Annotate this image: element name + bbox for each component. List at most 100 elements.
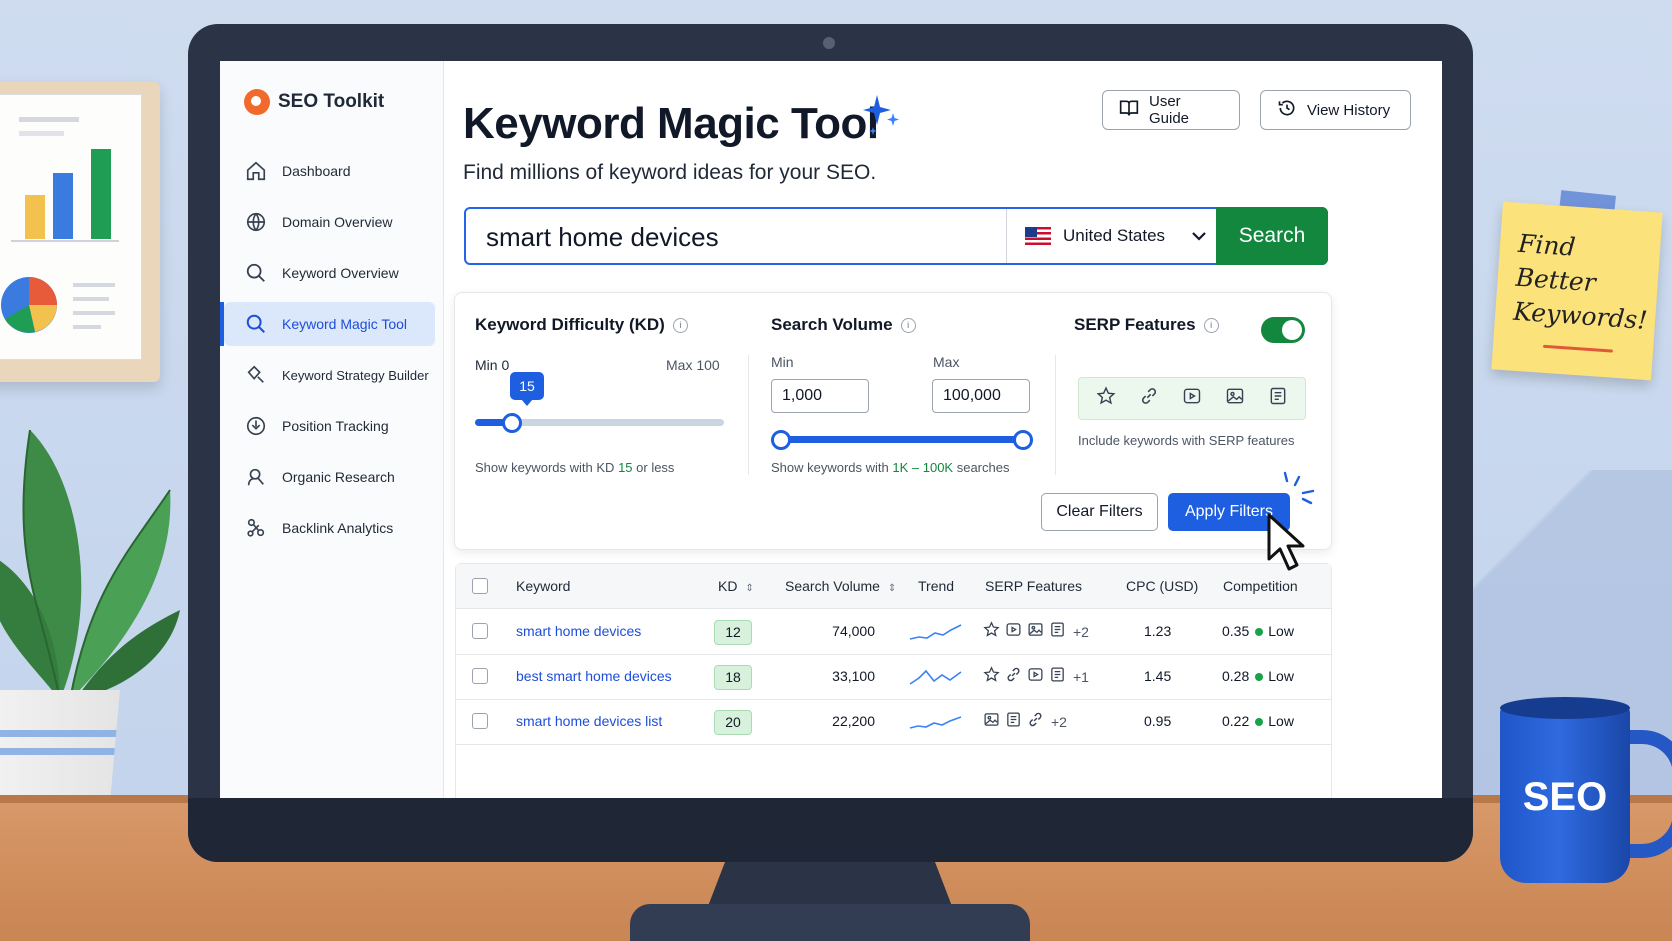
sort-icon: ⇕ — [745, 583, 754, 594]
kd-value-bubble: 15 — [510, 372, 544, 406]
document-icon[interactable] — [1268, 386, 1288, 411]
video-icon[interactable] — [1182, 386, 1202, 411]
info-icon[interactable]: i — [900, 317, 916, 333]
user-guide-button[interactable]: User Guide — [1102, 90, 1240, 130]
image-icon — [1027, 621, 1044, 643]
document-icon — [1049, 666, 1066, 688]
link-nodes-icon — [244, 516, 268, 540]
kd-note-prefix: Show keywords with KD — [475, 460, 619, 475]
keyword-search-input[interactable] — [484, 209, 988, 265]
col-search-volume[interactable]: Search Volume ⇕ — [785, 564, 896, 608]
table-row[interactable]: best smart home devices 18 33,100 +1 1.4… — [456, 654, 1331, 700]
star-icon[interactable] — [1096, 386, 1116, 411]
sidebar-item-dashboard[interactable]: Dashboard — [220, 149, 443, 193]
star-icon — [983, 620, 1000, 643]
competition-value: 0.22 Low — [1222, 699, 1294, 744]
trend-sparkline — [909, 669, 962, 685]
book-icon — [1119, 99, 1139, 121]
serp-more-count[interactable]: +2 — [1073, 624, 1089, 640]
us-flag-icon — [1025, 227, 1051, 245]
app-screen: SEO Toolkit Dashboard Domain Overview Ke… — [220, 61, 1442, 798]
competition-level: Low — [1268, 623, 1294, 639]
competition-score: 0.28 — [1222, 668, 1250, 684]
kd-slider-handle[interactable] — [502, 413, 523, 433]
wall-chart-picture — [0, 94, 142, 360]
image-icon — [983, 711, 1000, 733]
info-icon[interactable]: i — [1203, 317, 1219, 333]
kd-max-label: Max 100 — [666, 357, 720, 373]
history-icon — [1277, 98, 1297, 122]
view-history-button[interactable]: View History — [1260, 90, 1411, 130]
col-cpc[interactable]: CPC (USD) — [1126, 564, 1198, 608]
search-volume-value: 33,100 — [832, 668, 875, 684]
table-row[interactable]: smart home devices list 20 22,200 +2 0.9… — [456, 699, 1331, 745]
serp-heading-text: SERP Features — [1074, 315, 1196, 334]
serp-more-count[interactable]: +2 — [1051, 714, 1067, 730]
volume-min-input[interactable]: 1,000 — [771, 379, 869, 413]
home-icon — [244, 159, 268, 183]
page-subtitle: Find millions of keyword ideas for your … — [463, 161, 877, 184]
col-serp-features[interactable]: SERP Features — [985, 564, 1082, 608]
volume-note-prefix: Show keywords with — [771, 460, 893, 475]
clear-filters-button[interactable]: Clear Filters — [1041, 493, 1158, 531]
volume-max-handle[interactable] — [1013, 430, 1033, 450]
filter-divider — [748, 355, 749, 475]
serp-filter-heading: SERP Features i — [1074, 315, 1219, 335]
sticky-note: Find Better Keywords! — [1491, 201, 1663, 381]
sparkle-icon — [863, 95, 899, 135]
keyword-link[interactable]: smart home devices — [516, 609, 641, 654]
keyword-link[interactable]: best smart home devices — [516, 654, 672, 699]
trend-sparkline — [909, 624, 962, 640]
volume-max-input[interactable]: 100,000 — [932, 379, 1030, 413]
brand[interactable]: SEO Toolkit — [244, 89, 384, 115]
select-all-checkbox[interactable] — [472, 578, 488, 594]
cpc-value: 1.23 — [1144, 623, 1172, 639]
sort-icon: ⇕ — [887, 583, 897, 594]
serp-features-toggle[interactable] — [1261, 317, 1305, 343]
col-trend[interactable]: Trend — [918, 564, 954, 608]
mouse-cursor-icon — [1267, 513, 1305, 571]
plant-leaves — [0, 429, 180, 701]
trend-sparkline — [909, 716, 962, 729]
brand-name: SEO Toolkit — [278, 91, 385, 112]
search-button[interactable]: Search — [1216, 207, 1328, 265]
col-keyword[interactable]: Keyword — [516, 564, 570, 608]
sticky-underline — [1542, 344, 1613, 353]
serp-more-count[interactable]: +1 — [1073, 669, 1089, 685]
sidebar-item-keyword-overview[interactable]: Keyword Overview — [220, 251, 443, 295]
row-checkbox[interactable] — [472, 623, 488, 639]
sidebar-item-keyword-strategy-builder[interactable]: Keyword Strategy Builder — [220, 353, 443, 397]
wall-chart-frame — [0, 82, 160, 382]
page-title-row: Keyword Magic Tool — [463, 95, 899, 149]
keyword-link[interactable]: smart home devices list — [516, 699, 662, 744]
sidebar-item-domain-overview[interactable]: Domain Overview — [220, 200, 443, 244]
sidebar-item-label: Keyword Magic Tool — [282, 316, 408, 332]
link-icon[interactable] — [1139, 386, 1159, 411]
video-icon — [1027, 666, 1044, 688]
search-icon — [244, 312, 268, 336]
kd-heading-text: Keyword Difficulty (KD) — [475, 315, 665, 334]
chevron-down-icon — [1191, 226, 1207, 246]
serp-feature-icons: +1 — [983, 654, 1089, 699]
kd-badge: 18 — [714, 665, 752, 690]
serp-feature-selector — [1078, 377, 1306, 420]
info-icon[interactable]: i — [672, 317, 688, 333]
mug-top — [1500, 697, 1630, 719]
click-highlight-icon — [1283, 471, 1315, 505]
row-checkbox[interactable] — [472, 713, 488, 729]
col-kd[interactable]: KD ⇕ — [718, 564, 754, 608]
serp-feature-icons: +2 — [983, 609, 1089, 654]
image-icon[interactable] — [1225, 386, 1245, 411]
row-checkbox[interactable] — [472, 668, 488, 684]
globe-icon — [244, 210, 268, 234]
sidebar-item-position-tracking[interactable]: Position Tracking — [220, 404, 443, 448]
volume-min-handle[interactable] — [771, 430, 791, 450]
sidebar-item-backlink-analytics[interactable]: Backlink Analytics — [220, 506, 443, 550]
country-select[interactable]: United States — [1006, 209, 1216, 263]
cpc-value: 1.45 — [1144, 668, 1172, 684]
volume-slider-range — [777, 436, 1021, 443]
table-row[interactable]: smart home devices 12 74,000 +2 1.23 0.3… — [456, 609, 1331, 655]
sidebar-item-keyword-magic-tool[interactable]: Keyword Magic Tool — [220, 302, 435, 346]
sidebar-item-organic-research[interactable]: Organic Research — [220, 455, 443, 499]
link-icon — [1005, 666, 1022, 688]
